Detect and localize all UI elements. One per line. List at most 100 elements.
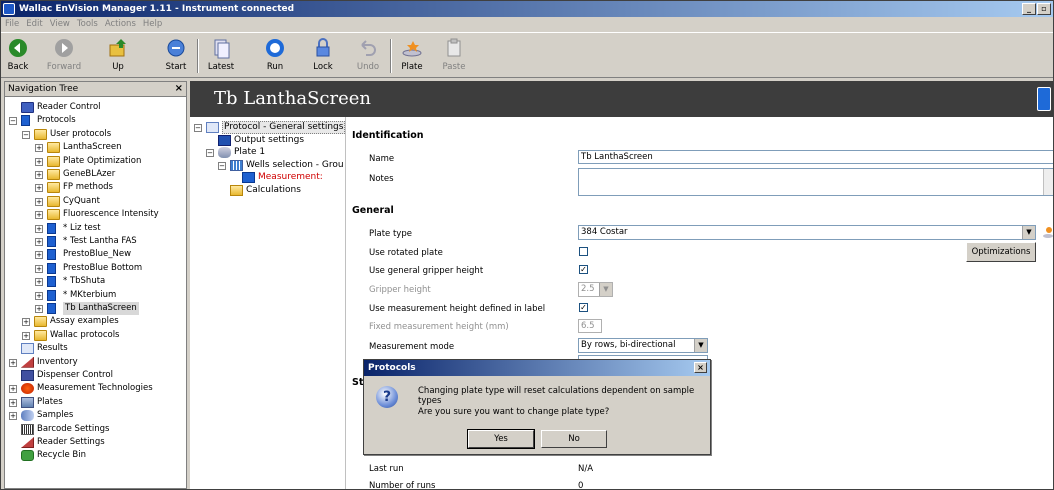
nav-item-reader-control[interactable]: Reader Control bbox=[5, 101, 185, 114]
collapse-icon[interactable]: − bbox=[194, 124, 202, 132]
nav-item-mkterbium[interactable]: + * MKterbium bbox=[5, 289, 185, 302]
expand-icon[interactable]: + bbox=[22, 331, 30, 340]
samples-icon bbox=[21, 410, 34, 422]
nav-item-label: Fluorescence Intensity bbox=[63, 209, 159, 220]
expand-icon[interactable]: + bbox=[35, 184, 43, 193]
protocol-tree-item-wells-selection[interactable]: − Wells selection - Grou bbox=[190, 159, 344, 172]
expand-icon[interactable]: + bbox=[35, 291, 43, 300]
start-button[interactable]: Start bbox=[161, 35, 191, 77]
menu-edit[interactable]: Edit bbox=[26, 17, 42, 31]
no-button[interactable]: No bbox=[541, 430, 607, 448]
yes-button[interactable]: Yes bbox=[467, 429, 535, 449]
fixed-measurement-height-field[interactable]: 6.5 bbox=[578, 319, 602, 333]
protocol-tree-item-output-settings[interactable]: Output settings bbox=[190, 134, 344, 147]
lock-button[interactable]: Lock bbox=[311, 35, 335, 77]
forward-arrow-icon bbox=[55, 39, 73, 57]
expand-icon[interactable]: + bbox=[9, 358, 17, 367]
protocol-tree-item-measurement[interactable]: Measurement: bbox=[190, 171, 344, 184]
expand-icon[interactable]: + bbox=[35, 238, 43, 246]
nav-item-prestoblue-new[interactable]: + PrestoBlue_New bbox=[5, 248, 185, 261]
undo-button[interactable]: Undo bbox=[355, 35, 381, 77]
expand-icon[interactable]: + bbox=[35, 144, 43, 153]
nav-item-fluorescence-intensity[interactable]: + Fluorescence Intensity bbox=[5, 208, 185, 221]
menu-tools[interactable]: Tools bbox=[77, 17, 98, 31]
nav-item-geneblazer[interactable]: + GeneBLAzer bbox=[5, 168, 185, 181]
nav-item-wallac-protocols[interactable]: + Wallac protocols bbox=[5, 329, 185, 342]
expand-icon[interactable]: + bbox=[35, 197, 43, 206]
nav-item-recycle-bin[interactable]: Recycle Bin bbox=[5, 449, 185, 462]
expand-icon[interactable]: + bbox=[35, 211, 43, 220]
dialog-close-button[interactable]: × bbox=[694, 362, 707, 373]
nav-item-samples[interactable]: + Samples bbox=[5, 409, 185, 422]
back-button[interactable]: Back bbox=[5, 35, 31, 77]
expand-icon[interactable]: + bbox=[9, 412, 17, 421]
menu-file[interactable]: File bbox=[5, 17, 19, 31]
name-field[interactable]: Tb LanthaScreen bbox=[578, 150, 1053, 164]
expand-icon[interactable]: + bbox=[35, 264, 43, 273]
expand-icon[interactable]: + bbox=[9, 398, 17, 407]
nav-item-label: GeneBLAzer bbox=[63, 169, 116, 179]
back-arrow-icon bbox=[9, 39, 27, 57]
nav-item-cyquant[interactable]: + CyQuant bbox=[5, 195, 185, 208]
notes-field[interactable] bbox=[578, 168, 1053, 196]
collapse-icon[interactable]: − bbox=[9, 117, 17, 126]
expand-icon[interactable]: + bbox=[35, 278, 43, 287]
plate-settings-icon[interactable] bbox=[1042, 224, 1054, 240]
collapse-icon[interactable]: − bbox=[218, 161, 226, 170]
nav-item-fp-methods[interactable]: + FP methods bbox=[5, 181, 185, 194]
nav-item-inventory[interactable]: + Inventory bbox=[5, 356, 185, 369]
nav-item-protocols[interactable]: − Protocols bbox=[5, 114, 185, 127]
paste-button[interactable]: Paste bbox=[441, 35, 467, 77]
forward-button[interactable]: Forward bbox=[45, 35, 83, 77]
folder-icon bbox=[47, 142, 60, 154]
protocol-tree-item-calculations[interactable]: Calculations bbox=[190, 184, 344, 197]
measurement-mode-select[interactable]: By rows, bi-directional ▼ bbox=[578, 338, 708, 353]
nav-item-barcode-settings[interactable]: Barcode Settings bbox=[5, 423, 185, 436]
nav-item-tb-lanthascreen[interactable]: + Tb LanthaScreen bbox=[5, 302, 185, 315]
plate-type-select[interactable]: 384 Costar ▼ bbox=[578, 225, 1036, 240]
expand-icon[interactable]: + bbox=[35, 305, 43, 313]
nav-item-liz-test[interactable]: + * Liz test bbox=[5, 222, 185, 235]
expand-icon[interactable]: + bbox=[9, 385, 17, 394]
nav-item-assay-examples[interactable]: + Assay examples bbox=[5, 315, 185, 328]
notes-scrollbar[interactable] bbox=[1043, 169, 1053, 195]
nav-item-prestoblue-bottom[interactable]: + PrestoBlue Bottom bbox=[5, 262, 185, 275]
use-measurement-height-checkbox[interactable]: ✓ bbox=[579, 303, 588, 312]
nav-item-results[interactable]: Results bbox=[5, 342, 185, 355]
close-icon[interactable]: × bbox=[175, 82, 183, 96]
expand-icon[interactable]: + bbox=[22, 318, 30, 327]
gripper-height-select[interactable]: 2.5 ▼ bbox=[578, 282, 613, 297]
nav-item-user-protocols[interactable]: − User protocols bbox=[5, 128, 185, 141]
nav-item-label: Results bbox=[37, 343, 68, 354]
protocol-tree-item-plate-1[interactable]: − Plate 1 bbox=[190, 146, 344, 159]
nav-item-plates[interactable]: + Plates bbox=[5, 396, 185, 409]
collapse-icon[interactable]: − bbox=[206, 149, 214, 158]
nav-item-tbshuta[interactable]: + * TbShuta bbox=[5, 275, 185, 288]
use-gripper-height-checkbox[interactable]: ✓ bbox=[579, 265, 588, 274]
nav-item-test-lantha-fas[interactable]: + * Test Lantha FAS bbox=[5, 235, 185, 248]
nav-item-measurement-technologies[interactable]: + Measurement Technologies bbox=[5, 382, 185, 395]
nav-item-reader-settings[interactable]: Reader Settings bbox=[5, 436, 185, 449]
expand-icon[interactable]: + bbox=[35, 171, 43, 179]
nav-item-plate-optimization[interactable]: + Plate Optimization bbox=[5, 155, 185, 168]
menu-actions[interactable]: Actions bbox=[105, 17, 136, 31]
menu-view[interactable]: View bbox=[50, 17, 70, 31]
latest-button[interactable]: Latest bbox=[205, 35, 237, 77]
plate-button[interactable]: Plate bbox=[399, 35, 425, 77]
protocol-tree-item-protocol-general-settings[interactable]: − Protocol - General settings bbox=[190, 121, 346, 134]
use-rotated-plate-checkbox[interactable] bbox=[579, 247, 588, 256]
menu-help[interactable]: Help bbox=[143, 17, 162, 31]
nav-item-dispenser-control[interactable]: Dispenser Control bbox=[5, 369, 185, 382]
optimizations-button[interactable]: Optimizations bbox=[966, 242, 1036, 262]
nav-item-lanthascreen[interactable]: + LanthaScreen bbox=[5, 141, 185, 154]
restore-button[interactable]: ▫ bbox=[1037, 3, 1051, 15]
minimize-button[interactable]: _ bbox=[1022, 3, 1036, 15]
expand-icon[interactable]: + bbox=[35, 157, 43, 166]
expand-icon[interactable]: + bbox=[35, 224, 43, 233]
expand-icon[interactable]: + bbox=[35, 251, 43, 260]
collapse-icon[interactable]: − bbox=[22, 130, 30, 139]
save-icon bbox=[218, 134, 231, 146]
plate-type-label: Plate type bbox=[369, 229, 412, 239]
up-button[interactable]: Up bbox=[105, 35, 131, 77]
run-button[interactable]: Run bbox=[263, 35, 287, 77]
